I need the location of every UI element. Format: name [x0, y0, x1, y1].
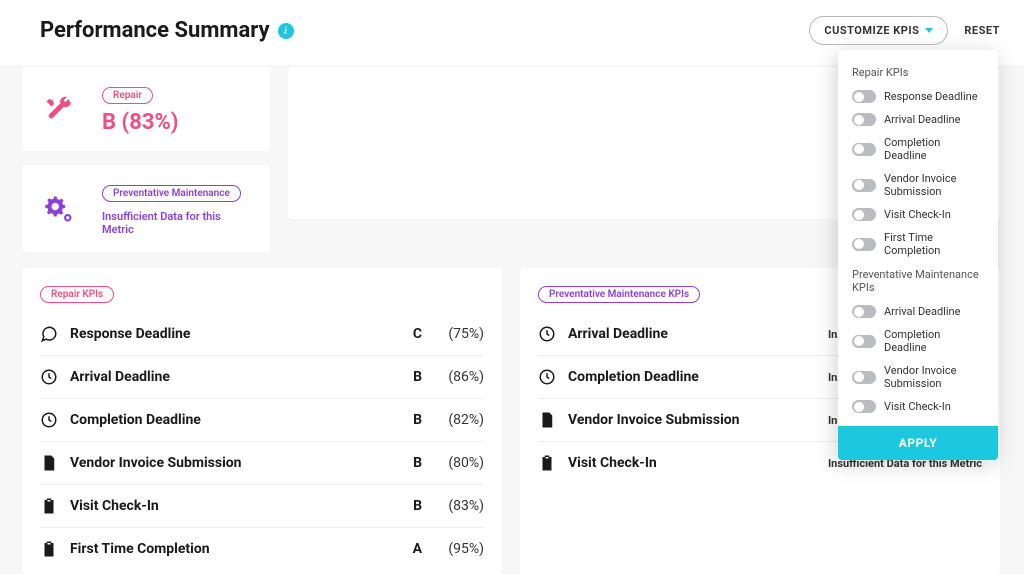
kpi-row: Response Deadline C (75%) [40, 313, 484, 356]
chevron-down-icon [925, 28, 933, 33]
gears-icon [44, 194, 74, 224]
kpi-grade: B [400, 498, 422, 514]
clock-icon [538, 325, 556, 343]
dropdown-item-label: Vendor Invoice Submission [884, 172, 984, 198]
toggle-switch[interactable] [852, 143, 876, 156]
kpi-row: First Time Completion A (95%) [40, 528, 484, 570]
kpi-name: Vendor Invoice Submission [70, 455, 388, 471]
kpi-grade: C [400, 326, 422, 342]
dropdown-item-label: Completion Deadline [884, 136, 984, 162]
dropdown-item-label: Visit Check-In [884, 208, 951, 221]
customize-kpis-button[interactable]: CUSTOMIZE KPIS [809, 16, 948, 45]
toggle-switch[interactable] [852, 400, 876, 413]
kpi-percent: (75%) [434, 326, 484, 342]
kpi-percent: (83%) [434, 498, 484, 514]
kpi-name: Vendor Invoice Submission [568, 412, 816, 428]
clock-icon [538, 368, 556, 386]
repair-kpi-list: Response Deadline C (75%) Arrival Deadline B… [40, 313, 484, 570]
repair-kpis-badge: Repair KPIs [40, 286, 114, 303]
clock-icon [40, 368, 58, 386]
dropdown-item-label: Vendor Invoice Submission [884, 364, 984, 390]
kpi-percent: (86%) [434, 369, 484, 385]
kpi-row: Vendor Invoice Submission B (80%) [40, 442, 484, 485]
dropdown-item-label: First Time Completion [884, 231, 984, 257]
dropdown-heading: Preventative Maintenance KPIs [838, 262, 998, 300]
pm-card-content: Preventative Maintenance Insufficient Da… [102, 181, 248, 236]
kpi-name: Response Deadline [70, 326, 388, 342]
dropdown-item: Response Deadline [838, 85, 998, 108]
dropdown-heading: Repair KPIs [838, 60, 998, 85]
repair-badge: Repair [102, 87, 153, 104]
kpi-percent: (95%) [434, 541, 484, 557]
toggle-switch[interactable] [852, 90, 876, 103]
info-icon[interactable]: i [278, 23, 294, 39]
pm-insufficient-text: Insufficient Data for this Metric [102, 210, 248, 236]
dropdown-item: Vendor Invoice Submission [838, 359, 998, 395]
toggle-switch[interactable] [852, 238, 876, 251]
doc-icon [538, 411, 556, 429]
kpi-grade: B [400, 412, 422, 428]
kpi-grade: A [400, 541, 422, 557]
dropdown-item-label: Completion Deadline [884, 328, 984, 354]
kpi-name: Completion Deadline [70, 412, 388, 428]
dropdown-item-label: Arrival Deadline [884, 113, 960, 126]
tools-icon [44, 94, 74, 124]
customize-kpis-dropdown: Repair KPIs Response Deadline Arrival Dead… [838, 50, 998, 460]
toggle-switch[interactable] [852, 305, 876, 318]
dropdown-item: Arrival Deadline [838, 300, 998, 323]
dropdown-item: First Time Completion [838, 226, 998, 262]
toggle-switch[interactable] [852, 371, 876, 384]
toggle-switch[interactable] [852, 179, 876, 192]
summary-left-col: Repair B (83%) Preventative Maintenance … [22, 67, 270, 252]
kpi-row: Completion Deadline B (82%) [40, 399, 484, 442]
clipboard-icon [40, 497, 58, 515]
pm-kpis-badge: Preventative Maintenance KPIs [538, 286, 700, 303]
kpi-name: Completion Deadline [568, 369, 816, 385]
kpi-name: Arrival Deadline [70, 369, 388, 385]
dropdown-item: Completion Deadline [838, 323, 998, 359]
kpi-row: Arrival Deadline B (86%) [40, 356, 484, 399]
toggle-switch[interactable] [852, 335, 876, 348]
doc-icon [40, 454, 58, 472]
dropdown-item-label: Arrival Deadline [884, 305, 960, 318]
kpi-name: Visit Check-In [70, 498, 388, 514]
dropdown-item-label: Visit Check-In [884, 400, 951, 413]
kpi-grade: B [400, 369, 422, 385]
customize-kpis-label: CUSTOMIZE KPIS [824, 24, 919, 37]
repair-card-content: Repair B (83%) [102, 83, 248, 135]
title-wrap: Performance Summary i [40, 18, 294, 43]
dropdown-item: Visit Check-In [838, 395, 998, 418]
dropdown-item: Vendor Invoice Submission [838, 167, 998, 203]
kpi-name: First Time Completion [70, 541, 388, 557]
clock-icon [40, 411, 58, 429]
pm-summary-card: Preventative Maintenance Insufficient Da… [22, 165, 270, 252]
kpi-percent: (80%) [434, 455, 484, 471]
dropdown-item: Completion Deadline [838, 131, 998, 167]
apply-button[interactable]: APPLY [838, 426, 998, 460]
chat-icon [40, 325, 58, 343]
reset-button[interactable]: RESET [964, 24, 1000, 37]
dropdown-item: Visit Check-In [838, 203, 998, 226]
clipboard-icon [40, 540, 58, 558]
kpi-percent: (82%) [434, 412, 484, 428]
toggle-switch[interactable] [852, 208, 876, 221]
repair-summary-card: Repair B (83%) [22, 67, 270, 151]
dropdown-item-label: Response Deadline [884, 90, 978, 103]
header-actions: CUSTOMIZE KPIS RESET [809, 16, 1000, 45]
kpi-name: Arrival Deadline [568, 326, 816, 342]
kpi-row: Visit Check-In B (83%) [40, 485, 484, 528]
toggle-switch[interactable] [852, 113, 876, 126]
kpi-name: Visit Check-In [568, 455, 816, 471]
repair-grade: B (83%) [102, 110, 248, 135]
dropdown-item: Arrival Deadline [838, 108, 998, 131]
repair-kpi-panel: Repair KPIs Response Deadline C (75%) Arriv… [22, 268, 502, 574]
kpi-grade: B [400, 455, 422, 471]
pm-badge: Preventative Maintenance [102, 185, 241, 202]
page-title: Performance Summary [40, 18, 270, 43]
clipboard-icon [538, 454, 556, 472]
